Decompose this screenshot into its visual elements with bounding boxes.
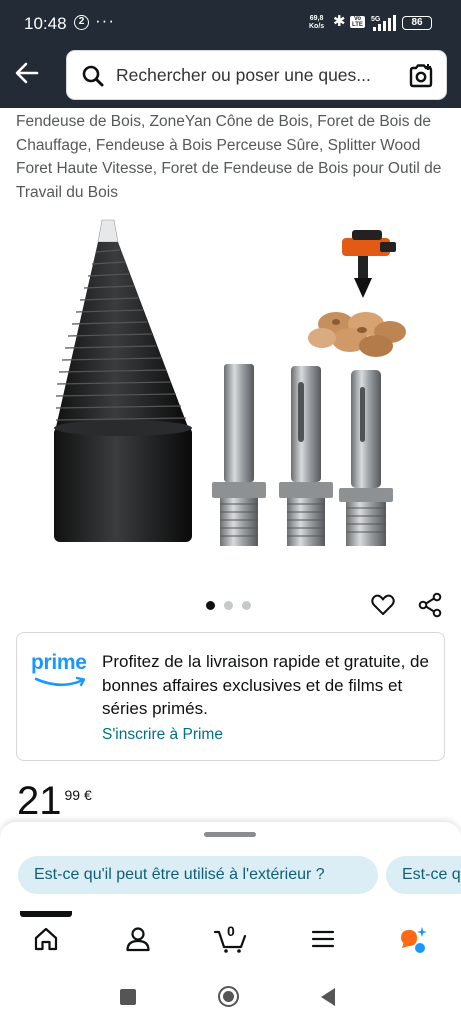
network-speed-value: 69,8 <box>309 15 324 22</box>
account-icon[interactable] <box>123 924 153 954</box>
recent-apps-icon[interactable] <box>120 989 136 1005</box>
system-back-icon[interactable] <box>318 986 338 1008</box>
prime-message: Profitez de la livraison rapide et gratu… <box>102 652 429 718</box>
search-input[interactable]: Rechercher ou poser une ques... <box>66 50 447 100</box>
camera-scan-icon[interactable] <box>408 63 434 89</box>
notification-badge: 2 <box>74 15 89 30</box>
search-placeholder: Rechercher ou poser une ques... <box>116 65 371 85</box>
cone-drill-bit <box>54 219 192 542</box>
price-whole: 21 <box>17 779 62 823</box>
heart-icon[interactable] <box>370 592 396 618</box>
product-image[interactable] <box>40 212 420 552</box>
active-tab-indicator <box>20 911 72 917</box>
share-icon[interactable] <box>417 592 443 618</box>
network-speed: 69,8 Ko/s <box>309 15 324 31</box>
search-header: Rechercher ou poser une ques... <box>0 48 461 108</box>
hex-shank <box>212 364 266 546</box>
sheet-drag-handle[interactable] <box>204 832 256 837</box>
status-bar: 10:48 2 ··· 69,8 Ko/s ✱ Vo LTE 5G 86 <box>0 0 461 48</box>
more-notifications-icon: ··· <box>95 11 115 30</box>
signal-icon: 5G <box>371 15 396 31</box>
prime-smile-icon <box>34 676 86 687</box>
question-chip[interactable]: Est-ce q <box>386 856 461 894</box>
suggested-questions-sheet: Est-ce qu'il peut être utilisé à l'extér… <box>0 822 461 918</box>
system-navigation-bar <box>0 968 461 1024</box>
image-carousel-dots <box>206 601 251 611</box>
carousel-dot[interactable] <box>242 601 251 610</box>
product-title[interactable]: Fendeuse de Bois, ZoneYan Cône de Bois, … <box>16 110 446 204</box>
back-arrow-icon[interactable] <box>10 56 44 90</box>
bluetooth-icon: ✱ <box>333 13 346 30</box>
home-icon[interactable] <box>31 924 61 954</box>
question-chip[interactable]: Est-ce qu'il peut être utilisé à l'extér… <box>18 856 378 894</box>
rufus-ai-icon[interactable] <box>398 924 428 954</box>
carousel-dot[interactable] <box>224 601 233 610</box>
status-time: 10:48 <box>24 14 67 33</box>
price-fraction: 99 € <box>64 787 92 803</box>
prime-logo: prime <box>31 651 95 689</box>
battery-icon: 86 <box>402 16 432 30</box>
sds-shank <box>279 366 333 546</box>
volte-icon: Vo LTE <box>350 16 365 28</box>
carousel-dot-active[interactable] <box>206 601 215 610</box>
menu-icon[interactable] <box>308 924 338 954</box>
round-shank <box>339 370 393 546</box>
prime-signup-link[interactable]: S'inscrire à Prime <box>102 726 223 744</box>
bottom-navigation: 0 <box>0 918 461 968</box>
prime-logo-text: prime <box>31 651 87 674</box>
price: 21 99 € <box>17 779 92 823</box>
system-home-icon[interactable] <box>217 985 240 1008</box>
prime-banner[interactable]: prime Profitez de la livraison rapide et… <box>16 632 445 761</box>
search-icon <box>82 65 104 87</box>
cart-count: 0 <box>227 923 235 939</box>
network-type-label: 5G <box>371 16 381 23</box>
drill-with-logs <box>308 230 406 357</box>
network-speed-unit: Ko/s <box>309 23 325 30</box>
